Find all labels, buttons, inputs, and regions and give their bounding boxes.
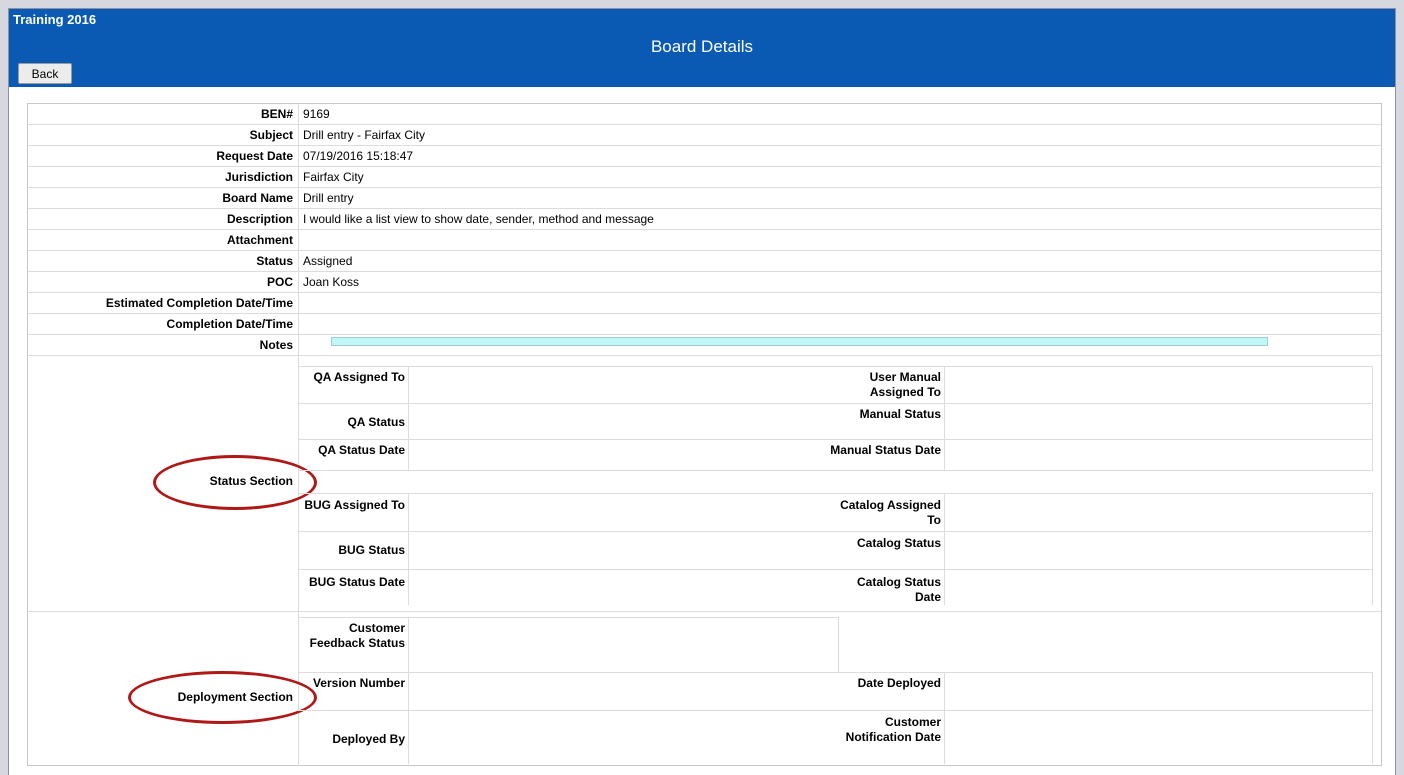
bug-status-date-label: BUG Status Date	[308, 575, 405, 589]
catalog-assigned-to-label: Catalog Assigned To	[840, 498, 941, 527]
field-label: Attachment	[226, 233, 293, 247]
status-section: Status Section QA Assigned To QA Status …	[28, 356, 1381, 612]
back-button[interactable]: Back	[18, 63, 72, 84]
field-row-status: Status Assigned	[28, 251, 1381, 272]
customer-feedback-status-label: Customer Feedback Status	[309, 621, 405, 650]
catalog-status-date-label: Catalog Status Date	[856, 575, 941, 604]
qa-status-label: QA Status	[347, 415, 405, 429]
field-row-ben: BEN# 9169	[28, 104, 1381, 125]
field-label: Estimated Completion Date/Time	[105, 296, 293, 310]
field-row-completion: Completion Date/Time	[28, 314, 1381, 335]
field-label: Subject	[249, 128, 293, 142]
field-row-poc: POC Joan Koss	[28, 272, 1381, 293]
version-number-label: Version Number	[312, 676, 405, 690]
board-details-table: BEN# 9169 Subject Drill entry - Fairfax …	[27, 103, 1382, 766]
field-value: Drill entry	[303, 191, 354, 205]
field-row-board-name: Board Name Drill entry	[28, 188, 1381, 209]
field-row-subject: Subject Drill entry - Fairfax City	[28, 125, 1381, 146]
field-label: POC	[266, 275, 293, 289]
page-title: Board Details	[650, 37, 754, 56]
field-label: Request Date	[216, 149, 293, 163]
catalog-status-label: Catalog Status	[856, 536, 941, 550]
field-row-attachment: Attachment	[28, 230, 1381, 251]
field-label: Description	[226, 212, 293, 226]
bug-assigned-to-label: BUG Assigned To	[304, 498, 405, 512]
field-row-description: Description I would like a list view to …	[28, 209, 1381, 230]
manual-status-date-label: Manual Status Date	[830, 443, 941, 457]
manual-status-label: Manual Status	[859, 407, 941, 421]
bug-status-label: BUG Status	[338, 543, 405, 557]
field-label: BEN#	[260, 107, 293, 121]
field-row-jurisdiction: Jurisdiction Fairfax City	[28, 167, 1381, 188]
deployed-by-label: Deployed By	[332, 732, 405, 746]
field-value: Drill entry - Fairfax City	[303, 128, 426, 142]
field-value: Assigned	[303, 254, 353, 268]
notes-input[interactable]	[331, 337, 1268, 346]
qa-status-date-label: QA Status Date	[318, 443, 405, 457]
field-label: Board Name	[222, 191, 293, 205]
field-row-estimated-completion: Estimated Completion Date/Time	[28, 293, 1381, 314]
field-row-notes: Notes	[28, 335, 1381, 356]
field-label: Completion Date/Time	[166, 317, 293, 331]
qa-assigned-to-label: QA Assigned To	[313, 370, 405, 384]
header-bar: Training 2016 Board Details Back	[9, 9, 1395, 87]
user-manual-assigned-to-label: User Manual Assigned To	[869, 370, 941, 399]
field-label: Notes	[259, 338, 293, 352]
app-title: Training 2016	[13, 12, 97, 27]
field-value: Joan Koss	[303, 275, 360, 289]
date-deployed-label: Date Deployed	[857, 676, 941, 690]
deployment-section: Deployment Section Customer Feedback Sta…	[28, 612, 1381, 766]
field-value: 9169	[303, 107, 330, 121]
customer-notification-date-label: Customer Notification Date	[845, 715, 941, 744]
field-value: Fairfax City	[303, 170, 364, 184]
status-section-highlight	[153, 455, 317, 510]
field-row-request-date: Request Date 07/19/2016 15:18:47	[28, 146, 1381, 167]
deployment-section-highlight	[128, 671, 317, 724]
app-window: Training 2016 Board Details Back BEN# 91…	[8, 8, 1396, 775]
field-label: Jurisdiction	[224, 170, 293, 184]
field-value: 07/19/2016 15:18:47	[303, 149, 414, 163]
field-label: Status	[256, 254, 293, 268]
field-value: I would like a list view to show date, s…	[303, 212, 654, 226]
